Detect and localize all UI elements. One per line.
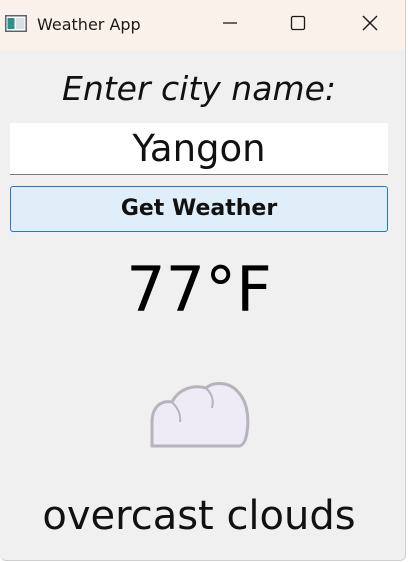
maximize-icon <box>290 15 306 35</box>
temperature-value: 77°F <box>126 253 272 326</box>
app-window: Weather App Enter city name: Yangon Get … <box>0 0 406 561</box>
city-prompt-label: Enter city name: <box>61 69 337 108</box>
app-window-icon <box>5 15 27 32</box>
city-input[interactable] <box>10 123 388 175</box>
get-weather-button[interactable]: Get Weather <box>10 186 388 232</box>
minimize-button[interactable] <box>202 0 258 50</box>
window-title: Weather App <box>37 15 141 34</box>
cloud-icon <box>148 382 250 448</box>
close-button[interactable] <box>342 0 398 50</box>
maximize-button[interactable] <box>270 0 326 50</box>
title-bar[interactable]: Weather App <box>0 0 405 50</box>
minimize-icon <box>222 15 238 35</box>
weather-description: overcast clouds <box>42 493 356 539</box>
close-icon <box>361 14 379 36</box>
